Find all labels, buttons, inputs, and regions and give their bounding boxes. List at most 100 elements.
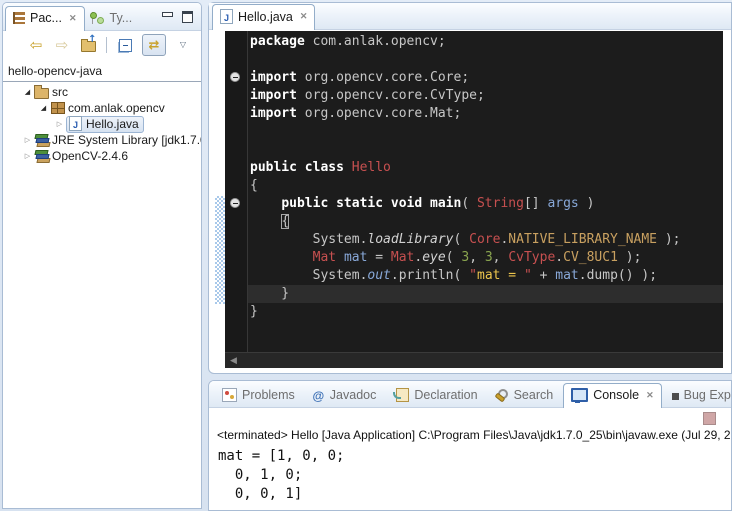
method-range-indicator	[215, 196, 225, 304]
fold-collapse-icon[interactable]	[230, 198, 240, 208]
expand-arrow-icon[interactable]: ▷	[23, 153, 32, 160]
code-token: org.opencv.core.Mat;	[297, 106, 461, 121]
code-token: Core	[469, 232, 500, 247]
code-token	[250, 250, 313, 265]
code-line[interactable]: public class Hello	[250, 159, 723, 177]
code-line[interactable]: import org.opencv.core.Mat;	[250, 105, 723, 123]
code-line[interactable]: System.out.println( "mat = " + mat.dump(…	[250, 267, 723, 285]
java-file-icon	[220, 9, 233, 24]
code-token	[250, 196, 281, 211]
tab-console[interactable]: Console ✕	[563, 383, 661, 408]
close-icon[interactable]: ✕	[646, 390, 654, 401]
code-token: CvType	[508, 250, 555, 265]
tree-item-body: src	[34, 85, 68, 99]
code-line[interactable]: {	[250, 213, 723, 231]
code-token: +	[532, 268, 555, 283]
code-token: }	[250, 286, 289, 301]
tab-bug-explorer[interactable]: Bug Explorer	[665, 384, 732, 407]
tab-label: Bug Explorer	[684, 388, 732, 402]
maximize-icon[interactable]	[182, 11, 193, 23]
window-buttons	[162, 11, 201, 30]
code-line[interactable]	[250, 141, 723, 159]
code-token	[344, 160, 352, 175]
tab-declaration[interactable]: Declaration	[386, 384, 484, 407]
collapse-arrow-icon[interactable]: ◢	[39, 105, 48, 112]
tab-search[interactable]: Search	[488, 384, 561, 407]
tree-item-jre-system-library-jdk1-7-0[interactable]: ▷ JRE System Library [jdk1.7.0	[3, 132, 201, 148]
tree-item-label: com.anlak.opencv	[68, 101, 165, 115]
tree-item-label: JRE System Library [jdk1.7.0	[52, 133, 202, 147]
tree-item-opencv-2-4-6[interactable]: ▷OpenCV-2.4.6	[3, 148, 201, 164]
code-token: .dump() );	[579, 268, 657, 283]
tree-item-label: src	[52, 85, 68, 99]
scroll-left-arrow-icon[interactable]: ◀	[225, 356, 237, 366]
tree-item-body: com.anlak.opencv	[50, 101, 165, 115]
code-token: mat	[344, 250, 367, 265]
expand-arrow-icon[interactable]: ▷	[23, 137, 32, 144]
bug-icon	[672, 393, 679, 400]
code-token: NATIVE_LIBRARY_NAME	[508, 232, 657, 247]
collapse-all-button[interactable]	[116, 36, 134, 54]
tab-ty[interactable]: Ty...	[85, 7, 140, 30]
code-line[interactable]: Mat mat = Mat.eye( 3, 3, CvType.CV_8UC1 …	[250, 249, 723, 267]
code-token: );	[657, 232, 680, 247]
code-line[interactable]: public static void main( String[] args )	[250, 195, 723, 213]
tab-pac[interactable]: Pac...✕	[5, 6, 85, 31]
code-line[interactable]: {	[250, 177, 723, 195]
tree-item-com-anlak-opencv[interactable]: ◢ com.anlak.opencv	[3, 100, 201, 116]
code-token: "	[469, 268, 477, 283]
code-token: public class	[250, 160, 344, 175]
code-line[interactable]: }	[250, 303, 723, 321]
code-line[interactable]: package com.anlak.opencv;	[250, 33, 723, 51]
tab-label: Console	[593, 388, 639, 402]
code-line[interactable]: import org.opencv.core.Core;	[250, 69, 723, 87]
code-token: CV_8UC1	[563, 250, 618, 265]
tab-label: Search	[514, 388, 554, 402]
code-token: Mat	[391, 250, 414, 265]
fold-collapse-icon[interactable]	[230, 72, 240, 82]
forward-icon: ⇨	[56, 38, 69, 53]
code-token: loadLibrary	[367, 232, 453, 247]
tab-hello-java[interactable]: Hello.java ✕	[212, 4, 315, 30]
code-token: );	[618, 250, 641, 265]
code-line[interactable]	[250, 123, 723, 141]
minimize-icon[interactable]	[162, 12, 173, 17]
code-editor[interactable]: package com.anlak.opencv; import org.open…	[225, 31, 723, 368]
project-root-label[interactable]: hello-opencv-java	[3, 61, 201, 80]
code-line[interactable]	[250, 51, 723, 69]
back-icon: ⇦	[30, 38, 43, 53]
code-line[interactable]: System.loadLibrary( Core.NATIVE_LIBRARY_…	[250, 231, 723, 249]
code-line[interactable]: }	[248, 285, 723, 303]
tree-item-hello-java[interactable]: ▷Hello.java	[3, 116, 201, 132]
view-menu-button[interactable]: ▽	[174, 36, 192, 54]
java-file-icon	[69, 116, 82, 131]
javadoc-icon	[312, 389, 325, 402]
forward-button[interactable]: ⇨	[53, 36, 71, 54]
code-token: out	[367, 268, 390, 283]
code-token: org.opencv.core.CvType;	[297, 88, 485, 103]
up-button[interactable]	[79, 36, 97, 54]
code-pre: package com.anlak.opencv; import org.open…	[248, 31, 723, 321]
terminate-button[interactable]	[703, 412, 716, 425]
horizontal-scrollbar[interactable]: ◀	[225, 352, 723, 368]
close-icon[interactable]: ✕	[300, 11, 308, 22]
collapse-arrow-icon[interactable]: ◢	[23, 89, 32, 96]
close-icon[interactable]: ✕	[69, 13, 77, 24]
back-button[interactable]: ⇦	[27, 36, 45, 54]
code-token: ,	[493, 250, 509, 265]
tab-javadoc[interactable]: Javadoc	[305, 384, 384, 407]
vertical-ruler	[215, 31, 225, 368]
tree-item-src[interactable]: ◢ src	[3, 84, 201, 100]
collapse-all-icon	[119, 39, 132, 52]
link-editor-icon: ⇄	[149, 39, 160, 52]
console-output[interactable]: mat = [1, 0, 0; 0, 1, 0; 0, 0, 1]	[218, 447, 344, 504]
link-with-editor-button[interactable]: ⇄	[142, 34, 166, 56]
tab-problems[interactable]: Problems	[215, 384, 302, 407]
package-explorer-icon	[13, 12, 25, 24]
code-token	[336, 250, 344, 265]
code-area[interactable]: package com.anlak.opencv; import org.open…	[248, 31, 723, 352]
code-token: }	[250, 304, 258, 319]
code-line[interactable]: import org.opencv.core.CvType;	[250, 87, 723, 105]
project-tree: hello-opencv-java ◢src◢com.anlak.opencv▷…	[3, 59, 201, 164]
expand-arrow-icon[interactable]: ▷	[55, 121, 64, 128]
